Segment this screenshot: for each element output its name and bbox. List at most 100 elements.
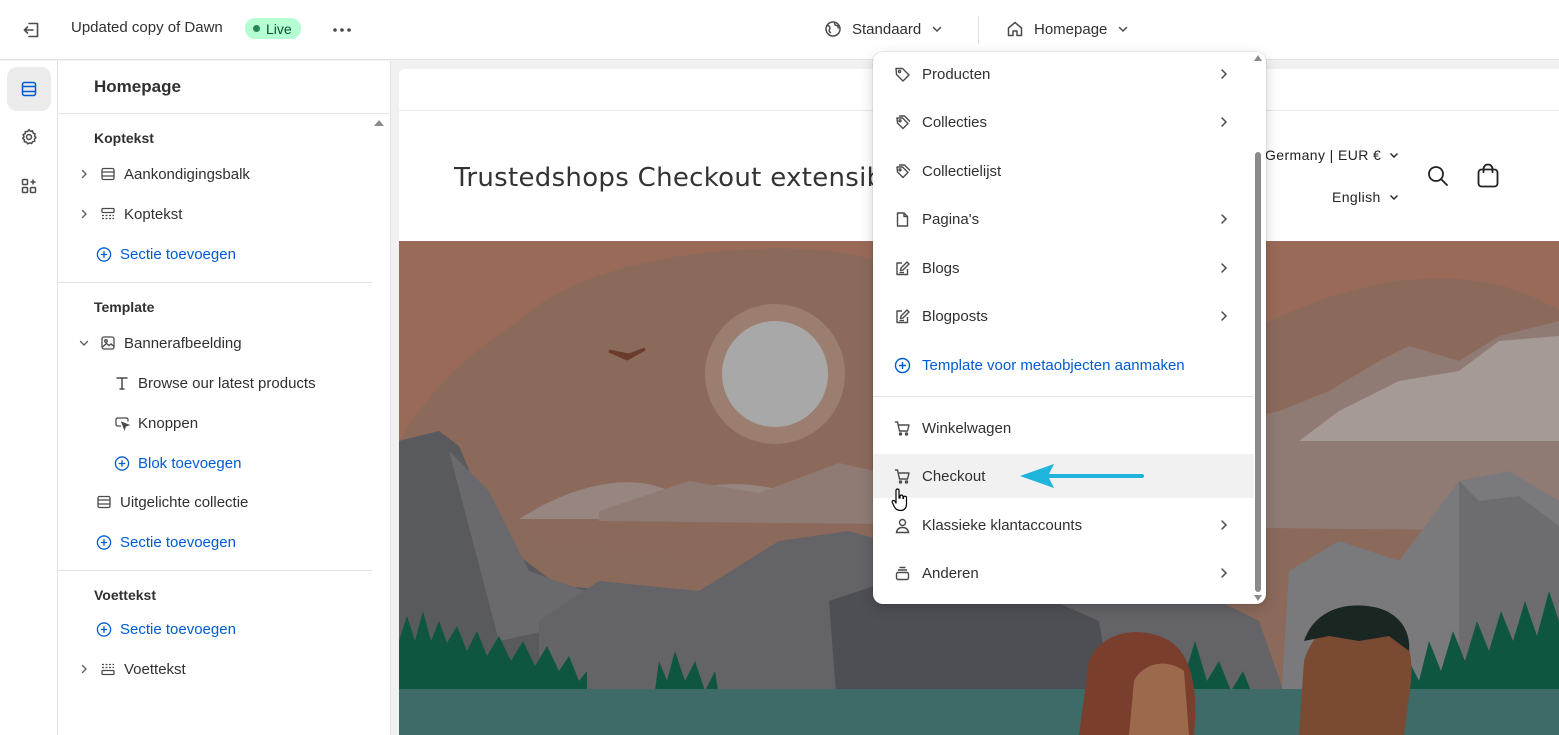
plus-circle-icon bbox=[96, 621, 112, 637]
scroll-up-icon[interactable] bbox=[374, 119, 384, 127]
button-cursor-icon bbox=[114, 415, 130, 431]
market-selector-label: Standaard bbox=[852, 20, 922, 38]
menu-item-label: Checkout bbox=[922, 467, 986, 485]
menu-item-label: Winkelwagen bbox=[922, 419, 1012, 437]
country-label: Germany | EUR € bbox=[1265, 147, 1382, 163]
menu-item-collection-list[interactable]: Collectielijst bbox=[873, 149, 1254, 193]
template-picker-dropdown: Producten Collecties Collectielijst Pagi… bbox=[873, 52, 1266, 604]
menu-item-blogs[interactable]: Blogs bbox=[873, 246, 1254, 290]
add-section-button[interactable]: Sectie toevoegen bbox=[96, 243, 236, 265]
add-section-button[interactable]: Sectie toevoegen bbox=[96, 618, 236, 640]
exit-icon[interactable] bbox=[18, 17, 44, 43]
menu-item-pages[interactable]: Pagina's bbox=[873, 197, 1254, 241]
menu-item-label: Klassieke klantaccounts bbox=[922, 516, 1083, 534]
chevron-right-icon[interactable] bbox=[78, 208, 90, 220]
chevron-right-icon bbox=[1221, 311, 1228, 321]
sections-icon[interactable] bbox=[7, 67, 51, 111]
header-section-icon bbox=[100, 206, 116, 222]
section-label: Uitgelichte collectie bbox=[120, 493, 249, 511]
menu-item-others[interactable]: Anderen bbox=[873, 551, 1254, 595]
search-icon[interactable] bbox=[1426, 164, 1450, 188]
blog-icon bbox=[893, 307, 911, 325]
menu-item-label: Blogs bbox=[922, 259, 960, 277]
add-section-label: Sectie toevoegen bbox=[120, 533, 236, 551]
menu-item-cart[interactable]: Winkelwagen bbox=[873, 406, 1254, 450]
apps-icon[interactable] bbox=[7, 164, 51, 208]
market-selector[interactable]: Standaard bbox=[824, 18, 943, 40]
store-title: Trustedshops Checkout extensibilit bbox=[454, 163, 917, 193]
menu-item-products[interactable]: Producten bbox=[873, 52, 1254, 96]
section-featured-collection[interactable]: Uitgelichte collectie bbox=[96, 491, 248, 513]
menu-item-collections[interactable]: Collecties bbox=[873, 100, 1254, 144]
chevron-down-icon bbox=[1389, 195, 1398, 200]
menu-item-label: Producten bbox=[922, 65, 991, 83]
country-selector[interactable]: Germany | EUR € bbox=[1265, 147, 1399, 163]
tag-icon bbox=[893, 65, 911, 83]
menu-item-create-metaobject-template[interactable]: Template voor metaobjecten aanmaken bbox=[873, 343, 1254, 387]
page-selector[interactable]: Homepage bbox=[1006, 18, 1129, 40]
bag-icon[interactable] bbox=[1476, 163, 1500, 189]
menu-item-blog-posts[interactable]: Blogposts bbox=[873, 294, 1254, 338]
more-actions-icon[interactable] bbox=[329, 17, 355, 43]
menu-item-label: Collecties bbox=[922, 113, 988, 131]
add-section-button[interactable]: Sectie toevoegen bbox=[96, 531, 236, 553]
language-selector[interactable]: English bbox=[1332, 189, 1399, 205]
menu-item-label: Collectielijst bbox=[922, 162, 1002, 180]
block-label: Knoppen bbox=[138, 414, 199, 432]
hand-cursor-icon bbox=[891, 488, 908, 512]
menu-item-classic-customer-accounts[interactable]: Klassieke klantaccounts bbox=[873, 503, 1254, 547]
chevron-down-icon[interactable] bbox=[78, 337, 90, 349]
chevron-down-icon bbox=[1390, 153, 1399, 158]
page-icon bbox=[893, 210, 911, 228]
divider bbox=[58, 282, 372, 283]
live-dot-icon bbox=[253, 25, 260, 32]
section-header[interactable]: Koptekst bbox=[78, 203, 182, 225]
sidebar-title: Homepage bbox=[94, 77, 181, 96]
block-buttons[interactable]: Knoppen bbox=[114, 412, 198, 434]
plus-circle-icon bbox=[96, 534, 112, 550]
chevron-down-icon bbox=[932, 26, 942, 33]
globe-icon bbox=[825, 21, 841, 37]
add-section-label: Sectie toevoegen bbox=[120, 620, 236, 638]
text-icon bbox=[114, 375, 130, 391]
menu-item-label: Template voor metaobjecten aanmaken bbox=[922, 356, 1185, 374]
stack-icon bbox=[893, 564, 911, 582]
section-label: Bannerafbeelding bbox=[124, 334, 242, 352]
editor-topbar: Updated copy of Dawn Live Standaard Home… bbox=[0, 0, 1559, 60]
section-footer[interactable]: Voettekst bbox=[78, 658, 186, 680]
menu-item-label: Anderen bbox=[922, 564, 979, 582]
plus-circle-icon bbox=[96, 246, 112, 262]
annotation-arrow-icon bbox=[1020, 464, 1144, 488]
menu-item-label: Pagina's bbox=[922, 210, 980, 228]
gear-icon[interactable] bbox=[7, 115, 51, 159]
group-header-title: Koptekst bbox=[94, 130, 154, 146]
section-icon bbox=[100, 166, 116, 182]
chevron-right-icon bbox=[1221, 214, 1228, 224]
section-icon bbox=[96, 494, 112, 510]
divider bbox=[58, 113, 391, 114]
section-label: Voettekst bbox=[124, 660, 186, 678]
chevron-right-icon bbox=[1221, 69, 1228, 79]
scrollbar-thumb[interactable] bbox=[1255, 152, 1261, 592]
live-badge-label: Live bbox=[266, 20, 292, 37]
section-image-banner[interactable]: Bannerafbeelding bbox=[78, 332, 242, 354]
block-heading[interactable]: Browse our latest products bbox=[114, 372, 316, 394]
cart-icon bbox=[893, 419, 911, 437]
page-selector-label: Homepage bbox=[1034, 20, 1108, 38]
chevron-down-icon bbox=[1119, 26, 1128, 33]
section-announcement-bar[interactable]: Aankondigingsbalk bbox=[78, 163, 250, 185]
language-label: English bbox=[1332, 189, 1381, 205]
scroll-up-icon[interactable] bbox=[1254, 55, 1262, 61]
chevron-right-icon bbox=[1221, 520, 1228, 530]
image-icon bbox=[100, 335, 116, 351]
footer-section-icon bbox=[100, 661, 116, 677]
scroll-down-icon[interactable] bbox=[1254, 595, 1262, 601]
group-template-title: Template bbox=[94, 299, 155, 315]
chevron-right-icon bbox=[1221, 568, 1228, 578]
add-block-button[interactable]: Blok toevoegen bbox=[114, 452, 241, 474]
divider bbox=[873, 396, 1254, 397]
menu-item-label: Blogposts bbox=[922, 307, 988, 325]
section-label: Koptekst bbox=[124, 205, 183, 223]
chevron-right-icon[interactable] bbox=[78, 168, 90, 180]
chevron-right-icon[interactable] bbox=[78, 663, 90, 675]
